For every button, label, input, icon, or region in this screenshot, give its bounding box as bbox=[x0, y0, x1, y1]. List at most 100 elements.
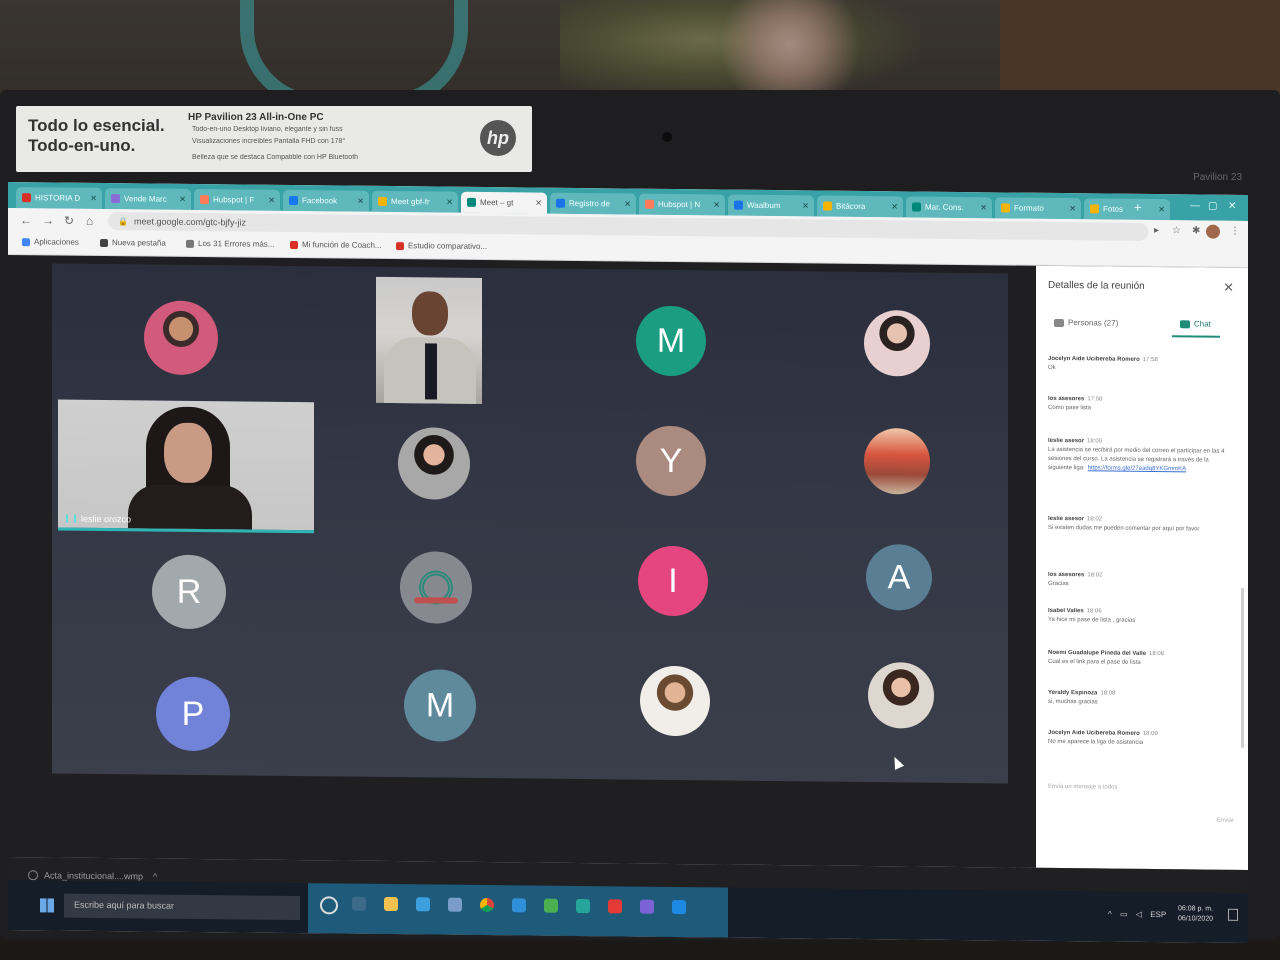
app-icon[interactable] bbox=[576, 898, 590, 914]
chrome-icon[interactable] bbox=[480, 897, 494, 913]
browser-tab[interactable]: Hubspot | F ✕ bbox=[194, 188, 280, 211]
participant-initial-tile[interactable]: M bbox=[636, 305, 706, 377]
app-icon[interactable] bbox=[640, 899, 654, 914]
participant-video[interactable] bbox=[376, 276, 482, 404]
chevron-up-icon[interactable]: ^ bbox=[1108, 910, 1112, 919]
sticker-feature: Belleza que se destaca Compatible con HP… bbox=[192, 154, 359, 161]
tab-favicon-icon bbox=[912, 202, 921, 212]
tab-close-icon[interactable]: ✕ bbox=[268, 196, 275, 205]
participant-initial-tile[interactable]: Y bbox=[636, 425, 706, 497]
bookmark-icon bbox=[290, 240, 298, 249]
extension-icon[interactable]: ✱ bbox=[1192, 225, 1200, 236]
participant-initial-tile[interactable]: R bbox=[152, 554, 226, 630]
chat-sender: Yeraldy Espinoza 18:08 bbox=[1048, 690, 1228, 698]
network-icon[interactable]: ▭ bbox=[1120, 910, 1128, 919]
chevron-up-icon[interactable]: ^ bbox=[153, 872, 157, 882]
maximize-icon[interactable]: ▢ bbox=[1208, 201, 1217, 212]
windows-start-icon[interactable] bbox=[40, 898, 54, 913]
tab-close-icon[interactable]: ✕ bbox=[179, 195, 186, 204]
file-explorer-icon[interactable] bbox=[384, 896, 398, 912]
browser-tab[interactable]: Mar. Cons. ✕ bbox=[906, 196, 992, 219]
tab-close-icon[interactable]: ✕ bbox=[980, 203, 987, 212]
tab-people[interactable]: Personas (27) bbox=[1054, 318, 1118, 328]
tab-chat[interactable]: Chat bbox=[1180, 319, 1211, 329]
browser-tab[interactable]: Fotos ✕ bbox=[1084, 198, 1170, 221]
browser-tab[interactable]: Meet – gt ✕ bbox=[461, 191, 547, 214]
chat-link[interactable]: https://forms.gle/27eadq8YKGmmKA bbox=[1088, 465, 1186, 472]
tab-close-icon[interactable]: ✕ bbox=[713, 200, 720, 209]
cortana-icon[interactable] bbox=[320, 896, 338, 915]
browser-tab[interactable]: Vende Marc ✕ bbox=[105, 188, 191, 210]
tab-label: Vende Marc bbox=[124, 194, 167, 204]
app-icon[interactable] bbox=[544, 898, 558, 913]
forward-icon[interactable]: → bbox=[42, 213, 54, 227]
tab-close-icon[interactable]: ✕ bbox=[1069, 204, 1076, 213]
close-window-icon[interactable]: ✕ bbox=[1228, 201, 1236, 212]
browser-tab[interactable]: HISTORIA D ✕ bbox=[16, 187, 102, 209]
browser-tab[interactable]: Registro de ✕ bbox=[550, 192, 636, 215]
chat-text: Cual es el link para el pase de lista bbox=[1048, 658, 1228, 669]
new-tab-button[interactable]: + bbox=[1134, 200, 1142, 215]
participant-avatar[interactable] bbox=[398, 427, 470, 500]
browser-tab[interactable]: Waalbum ✕ bbox=[728, 194, 814, 217]
minimize-icon[interactable]: — bbox=[1190, 200, 1200, 211]
send-button[interactable]: Enviar bbox=[1217, 818, 1234, 824]
browser-tab[interactable]: Formato ✕ bbox=[995, 197, 1081, 220]
tab-close-icon[interactable]: ✕ bbox=[1158, 205, 1165, 214]
taskbar-search-placeholder: Escribe aquí para buscar bbox=[74, 899, 175, 911]
tab-close-icon[interactable]: ✕ bbox=[446, 198, 453, 207]
system-tray[interactable]: ^ ▭ ◁ ESP bbox=[1108, 910, 1166, 920]
chat-scrollbar[interactable] bbox=[1241, 587, 1244, 748]
participant-avatar[interactable] bbox=[864, 309, 930, 377]
tab-close-icon[interactable]: ✕ bbox=[891, 202, 898, 211]
profile-avatar[interactable] bbox=[1206, 224, 1220, 239]
participant-avatar[interactable] bbox=[640, 665, 710, 737]
chat-text-body: Como pase lista bbox=[1048, 404, 1092, 412]
notifications-icon[interactable] bbox=[1228, 908, 1238, 921]
bookmark-item[interactable]: Mi función de Coach... bbox=[290, 240, 382, 250]
participant-avatar[interactable] bbox=[400, 551, 472, 624]
tab-close-icon[interactable]: ✕ bbox=[624, 199, 631, 208]
chat-text: Ok bbox=[1048, 364, 1228, 375]
browser-tab[interactable]: Facebook ✕ bbox=[283, 189, 369, 212]
task-view-icon[interactable] bbox=[352, 896, 366, 911]
bookmark-item[interactable]: Estudio comparativo... bbox=[396, 241, 487, 251]
chat-text: Si existen dudas me pueden comentar por … bbox=[1048, 524, 1228, 535]
pdf-icon[interactable] bbox=[608, 899, 622, 914]
tab-close-icon[interactable]: ✕ bbox=[357, 197, 364, 206]
close-panel-icon[interactable]: ✕ bbox=[1223, 280, 1234, 296]
browser-tab[interactable]: Bitácora ✕ bbox=[817, 195, 903, 218]
word-icon[interactable] bbox=[672, 899, 686, 915]
participant-avatar[interactable] bbox=[868, 662, 934, 729]
browser-tab[interactable]: Meet gbf-fr ✕ bbox=[372, 190, 458, 213]
reload-icon[interactable]: ↻ bbox=[64, 214, 74, 228]
participant-initial-tile[interactable]: A bbox=[866, 543, 932, 611]
tab-close-icon[interactable]: ✕ bbox=[802, 201, 809, 210]
pen-icon[interactable] bbox=[448, 897, 462, 912]
bookmark-star-icon[interactable]: ☆ bbox=[1172, 225, 1181, 236]
volume-icon[interactable]: ◁ bbox=[1136, 910, 1142, 919]
tab-close-icon[interactable]: ✕ bbox=[90, 194, 97, 203]
bookmark-item[interactable]: Aplicaciones bbox=[22, 237, 79, 247]
spotlight-video[interactable]: leslie orozco bbox=[58, 399, 314, 534]
browser-tab[interactable]: Hubspot | N ✕ bbox=[639, 193, 725, 216]
participant-initial-tile[interactable]: I bbox=[638, 545, 708, 617]
taskbar-clock[interactable]: 06:08 p. m. 06/10/2020 bbox=[1178, 904, 1213, 924]
edge-icon[interactable] bbox=[416, 897, 430, 912]
participant-initial-tile[interactable]: M bbox=[404, 669, 476, 742]
home-icon[interactable]: ⌂ bbox=[86, 214, 93, 228]
tab-close-icon[interactable]: ✕ bbox=[535, 199, 542, 208]
participant-avatar[interactable] bbox=[144, 300, 218, 376]
chat-text: Gracias bbox=[1048, 580, 1228, 591]
chat-input[interactable]: Envía un mensaje a todos bbox=[1048, 784, 1117, 791]
chat-text-body: si, muchas gracias bbox=[1048, 698, 1098, 706]
cast-icon[interactable]: ▸ bbox=[1154, 225, 1159, 236]
bookmark-item[interactable]: Nueva pestaña bbox=[100, 238, 166, 248]
menu-icon[interactable]: ⋮ bbox=[1230, 226, 1240, 237]
back-icon[interactable]: ← bbox=[20, 213, 32, 227]
store-icon[interactable] bbox=[512, 898, 526, 913]
participant-initial-tile[interactable]: P bbox=[156, 676, 230, 752]
bookmark-item[interactable]: Los 31 Errores más... bbox=[186, 239, 274, 249]
language-indicator[interactable]: ESP bbox=[1150, 910, 1166, 919]
participant-avatar[interactable] bbox=[864, 427, 930, 495]
